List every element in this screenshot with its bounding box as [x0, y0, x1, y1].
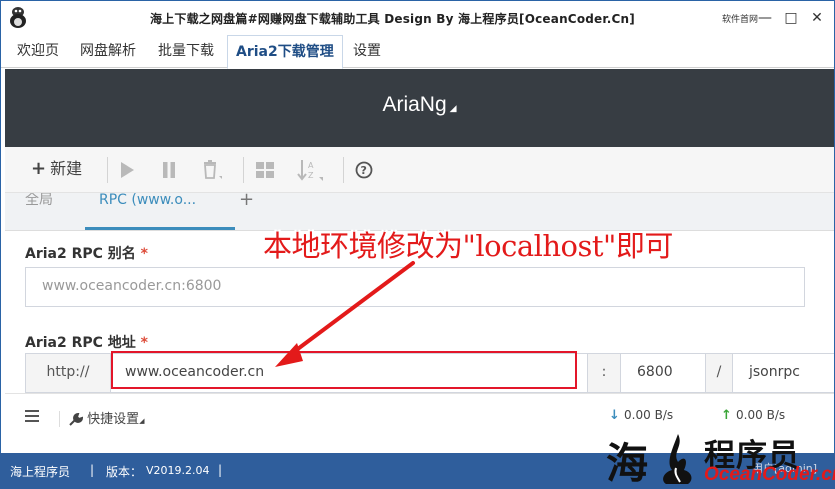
hamburger-icon — [25, 409, 39, 422]
tab-rpc[interactable]: RPC (www.o... — [99, 193, 196, 213]
status-separator: | — [218, 463, 223, 477]
title-caret-icon: ◢ — [449, 103, 457, 113]
tab-welcome[interactable]: 欢迎页 — [9, 35, 67, 68]
alias-label-text: Aria2 RPC 别名 — [25, 246, 136, 262]
plus-icon: + — [31, 158, 47, 179]
ariang-title[interactable]: AriaNg ◢ — [5, 93, 834, 117]
toolbar-divider — [343, 157, 344, 183]
protocol-select[interactable]: http:// — [25, 353, 111, 393]
status-brand: 海上程序员 — [10, 465, 71, 479]
window-title: 海上下载之网盘篇#网赚网盘下载辅助工具 Design By 海上程序员[Ocea… — [149, 12, 635, 26]
question-circle-icon: ? — [355, 161, 373, 178]
sidebar-toggle-button[interactable] — [25, 408, 39, 423]
port-separator: : — [587, 353, 621, 393]
watermark-flame-icon — [663, 434, 692, 484]
trash-icon — [204, 159, 222, 179]
start-button[interactable] — [119, 155, 135, 183]
annotation-arrow-icon — [275, 261, 415, 367]
wrench-icon — [69, 412, 84, 426]
required-marker: * — [140, 335, 148, 351]
upload-speed-value: 0.00 B/s — [736, 408, 786, 422]
app-window: 海上下载之网盘篇#网赚网盘下载辅助工具 Design By 海上程序员[Ocea… — [0, 0, 835, 489]
toolbar-divider — [243, 157, 244, 183]
rpc-path-input[interactable]: jsonrpc — [732, 353, 834, 393]
quick-settings-button[interactable]: 快捷设置◢ — [69, 408, 145, 427]
help-button[interactable]: ? — [355, 155, 373, 183]
arrow-down-icon: ↓ — [609, 408, 620, 423]
arrow-up-icon: ↑ — [721, 408, 732, 423]
version-value: V2019.2.04 — [146, 464, 210, 477]
sort-button[interactable]: AZ — [297, 155, 325, 183]
select-all-button[interactable] — [255, 155, 275, 183]
svg-text:?: ? — [361, 164, 367, 177]
address-label: Aria2 RPC 地址 * — [25, 332, 148, 352]
play-icon — [121, 161, 134, 178]
quick-settings-caret-icon: ◢ — [139, 417, 145, 425]
footer-divider — [59, 411, 60, 427]
tab-settings[interactable]: 设置 — [345, 35, 389, 68]
alias-label: Aria2 RPC 别名 * — [25, 243, 148, 263]
version-label: 版本： — [106, 465, 143, 479]
status-separator: | — [90, 463, 95, 477]
tab-global[interactable]: 全局 — [25, 193, 53, 213]
required-marker: * — [140, 246, 148, 262]
download-speed: ↓ 0.00 B/s — [609, 408, 673, 423]
active-tab-indicator — [85, 227, 235, 230]
pause-icon — [163, 161, 175, 178]
pause-button[interactable] — [161, 155, 177, 183]
tab-batch-download[interactable]: 批量下载 — [150, 35, 222, 68]
path-separator: / — [705, 353, 733, 393]
sort-az-icon: AZ — [297, 159, 323, 181]
watermark-en: OceanCoder.cn — [704, 464, 835, 485]
task-toolbar: + 新建 AZ ? — [5, 147, 834, 193]
restore-button[interactable]: □ — [782, 9, 800, 27]
grid-icon — [256, 161, 274, 178]
title-bar: 海上下载之网盘篇#网赚网盘下载辅助工具 Design By 海上程序员[Ocea… — [1, 1, 834, 35]
watermark-char: 海 — [606, 439, 649, 488]
svg-text:A: A — [308, 161, 314, 170]
address-label-text: Aria2 RPC 地址 — [25, 335, 136, 351]
tab-netdisk-parse[interactable]: 网盘解析 — [72, 35, 144, 68]
rpc-port-input[interactable]: 6800 — [620, 353, 706, 393]
software-label[interactable]: 软件首网 — [722, 12, 758, 25]
new-task-button[interactable]: + 新建 — [31, 155, 82, 183]
delete-button[interactable] — [201, 155, 223, 183]
svg-text:Z: Z — [308, 171, 314, 180]
upload-speed: ↑ 0.00 B/s — [721, 408, 785, 423]
download-speed-value: 0.00 B/s — [624, 408, 674, 422]
tab-aria2-manager[interactable]: Aria2下载管理 — [227, 35, 343, 69]
ariang-title-text: AriaNg — [382, 93, 447, 116]
close-button[interactable]: ✕ — [808, 9, 826, 27]
quick-settings-label: 快捷设置 — [87, 412, 140, 427]
add-rpc-tab-button[interactable]: + — [239, 193, 254, 213]
toolbar-divider — [107, 157, 108, 183]
watermark-logo: 海 程序员 OceanCoder.cn — [606, 430, 835, 488]
minimize-button[interactable]: — — [756, 9, 774, 27]
app-tab-strip: 欢迎页 网盘解析 批量下载 Aria2下载管理 设置 — [1, 35, 834, 69]
ariang-header: AriaNg ◢ — [5, 69, 834, 147]
new-task-label: 新建 — [50, 159, 83, 178]
